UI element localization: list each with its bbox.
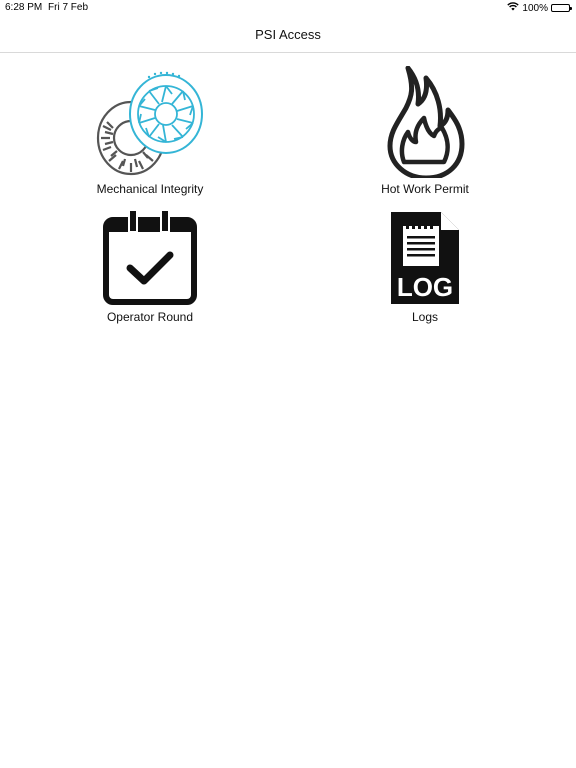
svg-text:LOG: LOG (397, 272, 453, 302)
battery-percent: 100% (522, 2, 548, 14)
wifi-icon (507, 2, 520, 14)
tile-label: Hot Work Permit (381, 182, 469, 196)
status-time: 6:28 PM (5, 2, 43, 13)
page-title: PSI Access (255, 26, 321, 42)
tile-operator-round[interactable]: Operator Round (50, 210, 250, 324)
status-right-group: 100% (507, 2, 572, 14)
tile-label: Logs (411, 310, 439, 324)
status-bar: 6:28 PM Fri 7 Feb 100% (0, 0, 576, 16)
tile-label: Mechanical Integrity (96, 182, 204, 196)
battery-icon (551, 4, 572, 12)
tile-hot-work-permit[interactable]: Hot Work Permit (325, 66, 525, 196)
tile-logs[interactable]: LOG Logs (325, 210, 525, 324)
flame-icon (325, 66, 525, 178)
log-file-icon: LOG (325, 210, 525, 306)
tile-label: Operator Round (106, 310, 194, 324)
tile-mechanical-integrity[interactable]: Mechanical Integrity (50, 66, 250, 196)
status-date: Fri 7 Feb (48, 2, 89, 13)
turbine-fan-icon (50, 66, 250, 178)
calendar-check-icon (50, 210, 250, 306)
navigation-bar: PSI Access (0, 16, 576, 53)
